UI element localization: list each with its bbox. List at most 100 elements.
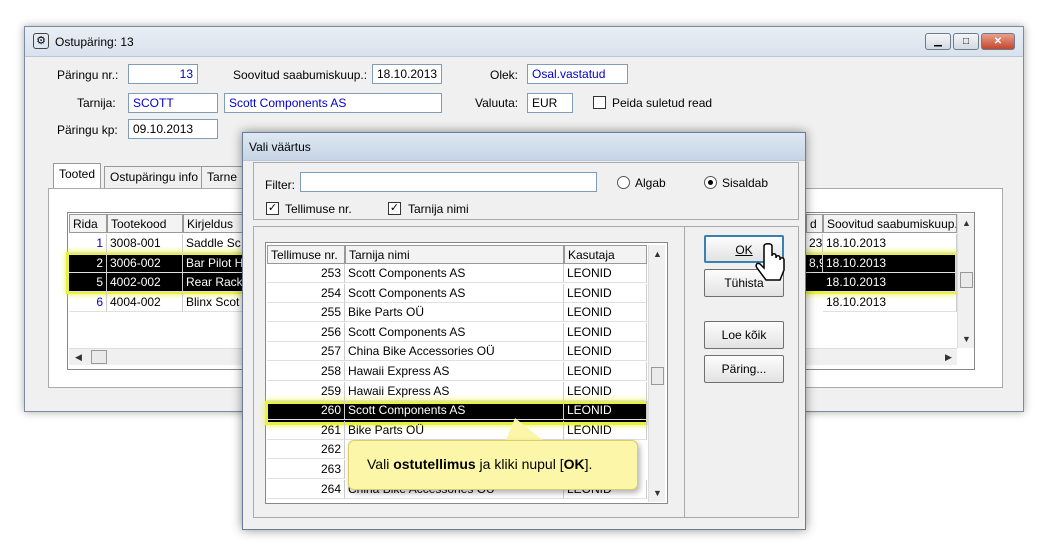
order-row-no[interactable]: 262 xyxy=(267,440,345,460)
order-row-no[interactable]: 260 xyxy=(267,401,345,421)
grid-vscrollbar[interactable]: ▲ ▼ xyxy=(957,214,974,348)
currency-field[interactable]: EUR xyxy=(527,93,573,113)
supplier-code-field[interactable]: SCOTT xyxy=(128,93,218,113)
scroll-left-icon[interactable]: ◀ xyxy=(75,352,82,363)
minimize-button[interactable]: ▁ xyxy=(925,33,951,50)
callout-tail xyxy=(505,418,545,442)
close-button[interactable]: ✕ xyxy=(981,33,1015,50)
table-row-code[interactable]: 4004-002 xyxy=(107,293,183,312)
order-row-user[interactable]: LEONID xyxy=(564,381,647,401)
request-no-field[interactable]: 13 xyxy=(128,64,198,84)
scroll-down-icon[interactable]: ▼ xyxy=(962,334,971,344)
table-row-desc[interactable]: Rear Rack xyxy=(183,273,243,292)
order-row-supplier[interactable]: Hawaii Express AS xyxy=(345,381,564,401)
tab-ostuparingu-info[interactable]: Ostupäringu info xyxy=(104,166,205,188)
table-row-date[interactable]: 18.10.2013 xyxy=(823,293,957,312)
list-scroll-up-icon[interactable]: ▲ xyxy=(653,249,662,259)
order-row-no[interactable]: 253 xyxy=(267,264,345,283)
query-button[interactable]: Päring... xyxy=(704,355,784,383)
order-row-supplier[interactable]: Scott Components AS xyxy=(345,283,564,303)
check-order-no-label: Tellimuse nr. xyxy=(285,202,352,216)
callout-text-post: ]. xyxy=(584,456,593,472)
table-row-desc[interactable]: Saddle Sc xyxy=(183,234,243,253)
table-row-desc[interactable]: Bar Pilot H xyxy=(183,254,243,273)
col-header-tootekood[interactable]: Tootekood xyxy=(107,214,183,233)
order-row-no[interactable]: 261 xyxy=(267,420,345,440)
supplier-label: Tarnija: xyxy=(77,96,116,110)
instruction-callout: Vali ostutellimus ja kliki nupul [OK]. xyxy=(348,440,638,490)
hide-closed-checkbox[interactable] xyxy=(593,96,606,109)
order-row-supplier[interactable]: Bike Parts OÜ xyxy=(345,303,564,323)
check-supplier-name[interactable]: ✓ xyxy=(388,202,401,215)
col-header-soovitud[interactable]: Soovitud saabumiskuup. xyxy=(823,214,957,233)
table-row-rida[interactable]: 6 xyxy=(69,293,107,312)
order-row-no[interactable]: 264 xyxy=(267,479,345,499)
order-row-supplier[interactable]: Scott Components AS xyxy=(345,322,564,342)
order-row-no[interactable]: 259 xyxy=(267,381,345,401)
callout-text-pre: Vali xyxy=(367,456,394,472)
table-row-rida[interactable]: 5 xyxy=(69,273,107,292)
order-row-no[interactable]: 263 xyxy=(267,460,345,479)
scroll-up-icon[interactable]: ▲ xyxy=(962,218,971,228)
order-row-user[interactable]: LEONID xyxy=(564,342,647,362)
col-header-d[interactable]: d xyxy=(806,214,823,233)
order-row-supplier[interactable]: Hawaii Express AS xyxy=(345,362,564,381)
order-row-user[interactable]: LEONID xyxy=(564,303,647,323)
tab-tarne[interactable]: Tarne xyxy=(201,166,243,188)
order-row-no[interactable]: 255 xyxy=(267,303,345,323)
order-row-no[interactable]: 257 xyxy=(267,342,345,362)
maximize-button[interactable]: □ xyxy=(953,33,979,50)
list-vscrollbar[interactable]: ▲ ▼ xyxy=(648,245,665,502)
order-row-supplier[interactable]: Scott Components AS xyxy=(345,264,564,283)
table-row-date[interactable]: 18.10.2013 xyxy=(823,273,957,292)
scroll-right-icon[interactable]: ▶ xyxy=(945,352,952,363)
scroll-thumb[interactable] xyxy=(960,272,973,288)
list-scroll-down-icon[interactable]: ▼ xyxy=(653,488,662,498)
read-all-button[interactable]: Loe kõik xyxy=(704,321,784,349)
order-row-user[interactable]: LEONID xyxy=(564,362,647,381)
table-row-d[interactable]: 8,9 xyxy=(806,254,823,273)
table-row-desc[interactable]: Blinx Scot xyxy=(183,293,243,312)
table-row-rida[interactable]: 2 xyxy=(69,254,107,273)
main-titlebar: ⚙ Ostupäring: 13 ▁ □ ✕ xyxy=(25,27,1023,57)
col-header-rida[interactable]: Rida xyxy=(69,214,107,233)
request-date-field[interactable]: 09.10.2013 xyxy=(128,119,218,139)
col-header-supplier[interactable]: Tarnija nimi xyxy=(345,245,564,264)
table-row-date[interactable]: 18.10.2013 xyxy=(823,254,957,273)
radio-contains-label: Sisaldab xyxy=(722,176,769,190)
request-date-label: Päringu kp: xyxy=(57,123,118,137)
hscroll-thumb[interactable] xyxy=(91,350,107,364)
order-row-no[interactable]: 256 xyxy=(267,322,345,342)
hand-cursor-icon xyxy=(755,243,785,281)
radio-contains[interactable] xyxy=(704,176,717,189)
agreed-arrival-field[interactable]: 18.10.2013 xyxy=(372,64,442,84)
table-row-rida[interactable]: 1 xyxy=(69,234,107,253)
tab-tooted[interactable]: Tooted xyxy=(53,163,102,189)
divider xyxy=(684,226,685,518)
table-row-code[interactable]: 3006-002 xyxy=(107,254,183,273)
order-row-user[interactable]: LEONID xyxy=(564,322,647,342)
order-row-user[interactable]: LEONID xyxy=(564,420,647,440)
table-row-code[interactable]: 4002-002 xyxy=(107,273,183,292)
order-row-no[interactable]: 258 xyxy=(267,362,345,381)
order-row-supplier[interactable]: China Bike Accessories OÜ xyxy=(345,342,564,362)
filter-label: Filter: xyxy=(265,178,295,192)
radio-starts-with[interactable] xyxy=(617,176,630,189)
order-row-user[interactable]: LEONID xyxy=(564,283,647,303)
currency-label: Valuuta: xyxy=(475,96,519,110)
check-order-no[interactable]: ✓ xyxy=(266,202,279,215)
table-row-date[interactable]: 18.10.2013 xyxy=(823,234,957,253)
check-supplier-name-label: Tarnija nimi xyxy=(408,202,469,216)
order-row-user[interactable]: LEONID xyxy=(564,264,647,283)
list-scroll-thumb[interactable] xyxy=(651,367,664,385)
filter-input[interactable] xyxy=(300,172,597,192)
col-header-user[interactable]: Kasutaja xyxy=(564,245,647,264)
table-row-d[interactable]: 23 xyxy=(806,234,823,253)
order-row-no[interactable]: 254 xyxy=(267,283,345,303)
dialog-title: Vali väärtus xyxy=(249,140,311,154)
col-header-kirjeldus[interactable]: Kirjeldus xyxy=(183,214,243,233)
order-row-user[interactable]: LEONID xyxy=(564,401,647,421)
table-row-code[interactable]: 3008-001 xyxy=(107,234,183,253)
status-field: Osal.vastatud xyxy=(527,64,628,84)
col-header-order-no[interactable]: Tellimuse nr. xyxy=(267,245,345,264)
